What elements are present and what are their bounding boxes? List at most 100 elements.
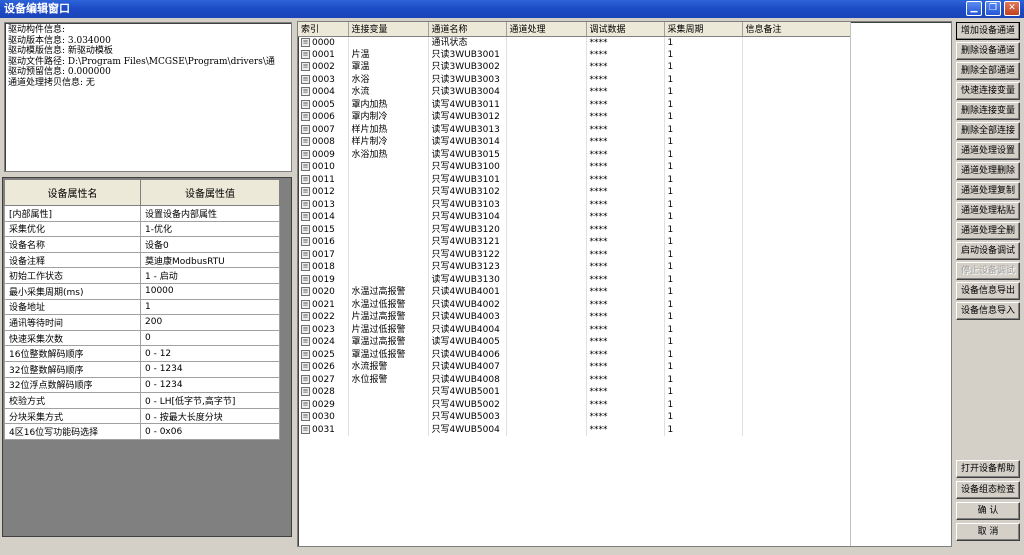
channel-row[interactable]: ≡ 0025 罩温过低报警 只读4WUB4006 **** 1 — [298, 348, 851, 361]
start-debug-button[interactable]: 启动设备调试 — [956, 242, 1020, 260]
property-value[interactable]: 1 - 启动 — [140, 267, 280, 284]
export-info-button[interactable]: 设备信息导出 — [956, 282, 1020, 300]
delete-all-channels-button[interactable]: 删除全部通道 — [956, 62, 1020, 80]
property-row[interactable]: 设备名称 设备0 — [4, 236, 280, 253]
property-row[interactable]: 设备注释 莫迪康ModbusRTU — [4, 251, 280, 269]
channel-row[interactable]: ≡ 0012 只写4WUB3102 **** 1 — [298, 186, 851, 199]
channel-row[interactable]: ≡ 0017 只写4WUB3122 **** 1 — [298, 248, 851, 261]
channel-row[interactable]: ≡ 0016 只写4WUB3121 **** 1 — [298, 236, 851, 249]
property-value[interactable]: 1 — [140, 298, 280, 316]
channel-row[interactable]: ≡ 0027 水位报警 只读4WUB4008 **** 1 — [298, 373, 851, 386]
channel-name: 只读3WUB3002 — [428, 61, 507, 74]
property-value[interactable]: 0 - LH[低字节,高字节] — [140, 392, 280, 409]
cancel-button[interactable]: 取 消 — [956, 523, 1020, 541]
channel-row[interactable]: ≡ 0011 只写4WUB3101 **** 1 — [298, 173, 851, 186]
channel-row[interactable]: ≡ 0015 只写4WUB3120 **** 1 — [298, 223, 851, 236]
channel-processing-delete-all-button[interactable]: 通道处理全删 — [956, 222, 1020, 240]
property-value[interactable]: 0 - 12 — [140, 345, 280, 362]
property-row[interactable]: 32位浮点数解码顺序 0 - 1234 — [4, 376, 280, 394]
property-value[interactable]: 设备0 — [140, 236, 280, 253]
channel-row[interactable]: ≡ 0026 水流报警 只读4WUB4007 **** 1 — [298, 361, 851, 374]
col-header-debug-data[interactable]: 调试数据 — [586, 22, 665, 37]
property-row[interactable]: 16位整数解码顺序 0 - 12 — [4, 345, 280, 362]
property-row[interactable]: 通讯等待时间 200 — [4, 314, 280, 331]
channel-row[interactable]: ≡ 0008 样片制冷 读写4WUB3014 **** 1 — [298, 136, 851, 149]
channel-row[interactable]: ≡ 0021 水温过低报警 只读4WUB4002 **** 1 — [298, 298, 851, 311]
channel-index: ≡ 0009 — [298, 148, 349, 161]
channel-row[interactable]: ≡ 0019 读写4WUB3130 **** 1 — [298, 273, 851, 286]
channel-row[interactable]: ≡ 0030 只写4WUB5003 **** 1 — [298, 411, 851, 424]
property-value[interactable]: 200 — [140, 314, 280, 331]
channel-index-text: 0014 — [312, 212, 335, 223]
property-value[interactable]: 0 - 0x06 — [140, 423, 280, 440]
property-value[interactable]: 0 - 1234 — [140, 360, 280, 378]
col-header-channel-name[interactable]: 通道名称 — [428, 22, 507, 37]
delete-channel-button[interactable]: 删除设备通道 — [956, 42, 1020, 60]
channel-row[interactable]: ≡ 0001 片温 只读3WUB3001 **** 1 — [298, 48, 851, 61]
property-row[interactable]: 快速采集次数 0 — [4, 329, 280, 347]
import-info-button[interactable]: 设备信息导入 — [956, 302, 1020, 320]
channel-row[interactable]: ≡ 0000 通讯状态 **** 1 — [298, 36, 851, 49]
channel-index: ≡ 0016 — [298, 236, 349, 249]
col-header-remarks[interactable]: 信息备注 — [742, 22, 851, 37]
open-help-button[interactable]: 打开设备帮助 — [956, 460, 1020, 478]
property-value[interactable]: 10000 — [140, 282, 280, 300]
channel-row[interactable]: ≡ 0009 水浴加热 读写4WUB3015 **** 1 — [298, 148, 851, 161]
config-check-button[interactable]: 设备组态检查 — [956, 481, 1020, 499]
prop-header-value[interactable]: 设备属性值 — [140, 179, 280, 206]
channel-row[interactable]: ≡ 0018 只写4WUB3123 **** 1 — [298, 261, 851, 274]
property-value[interactable]: 莫迪康ModbusRTU — [140, 251, 280, 269]
channel-row[interactable]: ≡ 0003 水浴 只读3WUB3003 **** 1 — [298, 73, 851, 86]
add-channel-button[interactable]: 增加设备通道 — [956, 22, 1020, 40]
property-row[interactable]: 32位整数解码顺序 0 - 1234 — [4, 360, 280, 378]
property-row[interactable]: 采集优化 1-优化 — [4, 220, 280, 238]
channel-row[interactable]: ≡ 0007 样片加热 读写4WUB3013 **** 1 — [298, 123, 851, 136]
channel-processing-paste-button[interactable]: 通道处理粘贴 — [956, 202, 1020, 220]
property-value[interactable]: 0 — [140, 329, 280, 347]
property-value[interactable]: 0 - 按最大长度分块 — [140, 407, 280, 425]
channel-row[interactable]: ≡ 0013 只写4WUB3103 **** 1 — [298, 198, 851, 211]
col-header-period[interactable]: 采集周期 — [664, 22, 743, 37]
property-row[interactable]: 最小采集周期(ms) 10000 — [4, 282, 280, 300]
channel-row[interactable]: ≡ 0002 罩温 只读3WUB3002 **** 1 — [298, 61, 851, 74]
channel-row[interactable]: ≡ 0022 片温过高报警 只读4WUB4003 **** 1 — [298, 311, 851, 324]
property-row[interactable]: [内部属性] 设置设备内部属性 — [4, 205, 280, 222]
property-row[interactable]: 校验方式 0 - LH[低字节,高字节] — [4, 392, 280, 409]
channel-row[interactable]: ≡ 0010 只写4WUB3100 **** 1 — [298, 161, 851, 174]
prop-header-name[interactable]: 设备属性名 — [4, 179, 141, 206]
channel-processing-delete-button[interactable]: 通道处理删除 — [956, 162, 1020, 180]
col-header-processing[interactable]: 通道处理 — [506, 22, 587, 37]
channel-row[interactable]: ≡ 0020 水温过高报警 只读4WUB4001 **** 1 — [298, 286, 851, 299]
stop-debug-button[interactable]: 停止设备调试 — [956, 262, 1020, 280]
channel-name: 读写4WUB3011 — [428, 98, 507, 111]
delete-all-connect-button[interactable]: 删除全部连接 — [956, 122, 1020, 140]
col-header-index[interactable]: 索引 — [298, 22, 349, 37]
quick-connect-button[interactable]: 快速连接变量 — [956, 82, 1020, 100]
channel-row[interactable]: ≡ 0006 罩内制冷 读写4WUB3012 **** 1 — [298, 111, 851, 124]
channel-row[interactable]: ≡ 0023 片温过低报警 只读4WUB4004 **** 1 — [298, 323, 851, 336]
confirm-button[interactable]: 确 认 — [956, 502, 1020, 520]
channel-row[interactable]: ≡ 0014 只写4WUB3104 **** 1 — [298, 211, 851, 224]
close-button[interactable]: ✕ — [1004, 1, 1020, 16]
channel-row[interactable]: ≡ 0031 只写4WUB5004 **** 1 — [298, 423, 851, 436]
property-value[interactable]: 0 - 1234 — [140, 376, 280, 394]
channel-row[interactable]: ≡ 0029 只写4WUB5002 **** 1 — [298, 398, 851, 411]
delete-connect-button[interactable]: 删除连接变量 — [956, 102, 1020, 120]
property-row[interactable]: 设备地址 1 — [4, 298, 280, 316]
property-row[interactable]: 初始工作状态 1 - 启动 — [4, 267, 280, 284]
property-row[interactable]: 分块采集方式 0 - 按最大长度分块 — [4, 407, 280, 425]
property-row[interactable]: 4区16位写功能码选择 0 - 0x06 — [4, 423, 280, 440]
minimize-button[interactable]: ▁ — [966, 1, 982, 16]
channel-processing-set-button[interactable]: 通道处理设置 — [956, 142, 1020, 160]
col-header-variable[interactable]: 连接变量 — [348, 22, 429, 37]
property-value[interactable]: 1-优化 — [140, 220, 280, 238]
channel-row[interactable]: ≡ 0005 罩内加热 读写4WUB3011 **** 1 — [298, 98, 851, 111]
property-value[interactable]: 设置设备内部属性 — [140, 205, 280, 222]
maximize-button[interactable]: ❐ — [985, 1, 1001, 16]
channel-row[interactable]: ≡ 0004 水流 只读3WUB3004 **** 1 — [298, 86, 851, 99]
channel-row[interactable]: ≡ 0024 罩温过高报警 读写4WUB4005 **** 1 — [298, 336, 851, 349]
driver-info-box[interactable]: 驱动构件信息: 驱动版本信息: 3.034000 驱动模版信息: 新驱动模板 驱… — [4, 22, 292, 172]
channel-row[interactable]: ≡ 0028 只写4WUB5001 **** 1 — [298, 386, 851, 399]
channel-remarks — [742, 398, 851, 411]
channel-processing-copy-button[interactable]: 通道处理复制 — [956, 182, 1020, 200]
